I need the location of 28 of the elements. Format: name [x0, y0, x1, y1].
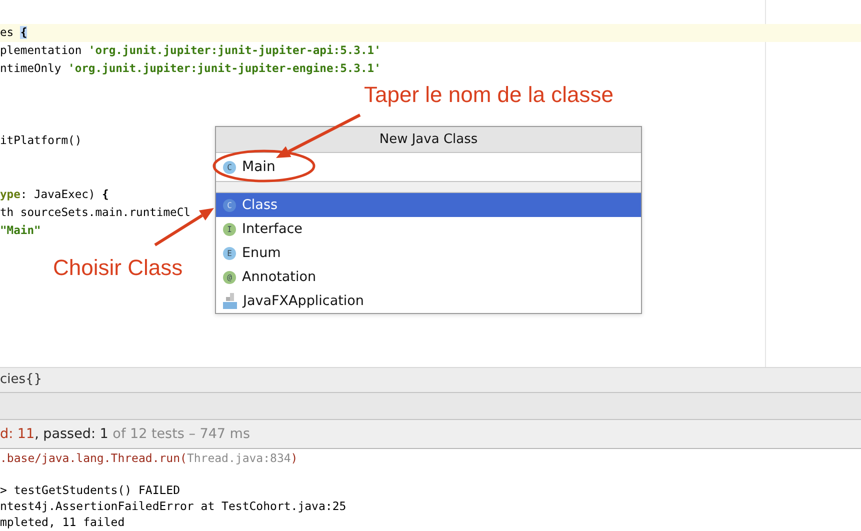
code-line: itPlatform() [0, 133, 82, 149]
console-line: mpleted, 11 failed [0, 515, 125, 529]
breadcrumb-bar: cies{} [0, 368, 861, 393]
console-line: .base/java.lang.Thread.run(Thread.java:834) [0, 451, 298, 465]
class-kind-item[interactable]: C Class [216, 193, 641, 217]
class-kind-item[interactable]: @ Annotation [216, 265, 641, 289]
code-line: "Main" [0, 223, 41, 239]
code-line: plementation 'org.junit.jupiter:junit-jupiter-api:5.3.1' [0, 43, 381, 59]
test-status: d: 11, passed: 1 of 12 tests – 747 ms [0, 420, 861, 449]
console-line: > testGetStudents() FAILED [0, 483, 180, 497]
enum-icon: E [223, 246, 236, 260]
code-line: es { [0, 25, 28, 41]
annotation-icon: @ [223, 270, 236, 284]
class-kind-item[interactable]: I Interface [216, 217, 641, 241]
class-icon: C [223, 160, 236, 174]
class-kind-item[interactable]: E Enum [216, 241, 641, 265]
javafx-file-icon [223, 293, 237, 309]
annotation-text: Taper le nom de la classe [364, 82, 614, 108]
class-icon: C [223, 198, 236, 212]
console-line: ntest4j.AssertionFailedError at TestCohort.java:25 [0, 499, 346, 513]
code-line: ype: JavaExec) { [0, 187, 109, 203]
annotation-text: Choisir Class [53, 255, 183, 281]
code-line: th sourceSets.main.runtimeCl [0, 205, 190, 221]
class-name-field[interactable]: C Main [216, 153, 641, 182]
popup-title: New Java Class [216, 127, 641, 153]
code-line: ntimeOnly 'org.junit.jupiter:junit-jupiter-engine:5.3.1' [0, 61, 381, 77]
class-kind-item[interactable]: JavaFXApplication [216, 289, 641, 313]
interface-icon: I [223, 222, 236, 236]
